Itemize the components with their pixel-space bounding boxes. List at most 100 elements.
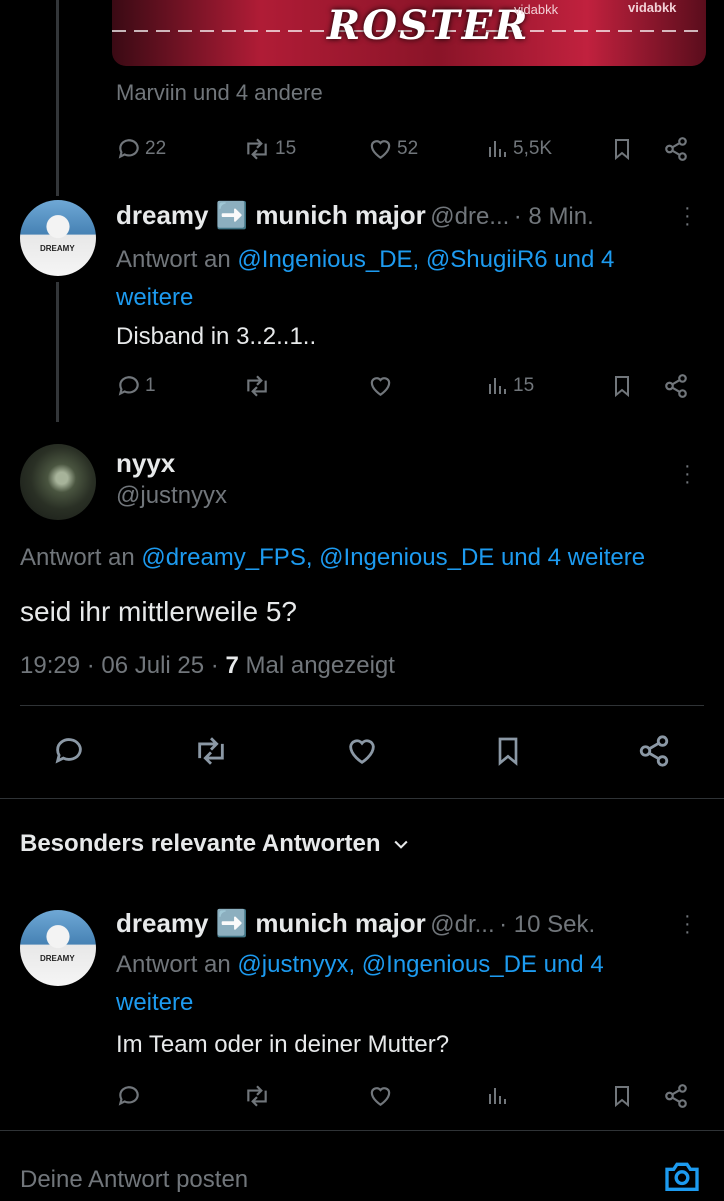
share-button[interactable] (636, 734, 672, 768)
handle[interactable]: @dr... (430, 911, 494, 938)
bookmark-button[interactable] (610, 136, 634, 162)
timestamp[interactable]: · 10 Sek. (499, 911, 595, 938)
share-icon (665, 374, 687, 398)
bookmark-button[interactable] (610, 373, 634, 399)
divider (0, 1130, 724, 1131)
share-button[interactable] (662, 136, 690, 162)
views-label: Mal angezeigt (245, 652, 395, 679)
mention-links[interactable]: @justnyyx, @Ingenious_DE und 4 (237, 951, 603, 978)
reply-button[interactable] (52, 734, 86, 768)
share-button[interactable] (662, 373, 690, 399)
reply-button[interactable]: 1 (116, 373, 156, 399)
bookmark-button[interactable] (492, 734, 524, 768)
retweet-button[interactable]: 15 (242, 136, 296, 162)
reply-to-line: Antwort an @justnyyx, @Ingenious_DE und … (116, 946, 604, 1022)
share-icon (665, 1084, 687, 1108)
handle[interactable]: @dre... (430, 203, 509, 230)
like-button[interactable] (344, 734, 380, 768)
divider (20, 705, 704, 706)
mention-links[interactable]: weitere (116, 284, 193, 311)
share-button[interactable] (662, 1083, 690, 1109)
camera-icon (665, 1162, 699, 1191)
avatar[interactable]: DREAMY (20, 910, 96, 986)
reply-header: dreamy ➡️ munich major @dr... · 10 Sek. (116, 908, 595, 939)
thread-line (56, 0, 59, 196)
handle[interactable]: @justnyyx (116, 482, 227, 510)
mention-links[interactable]: @dreamy_FPS, @Ingenious_DE und 4 weitere (141, 544, 645, 571)
views-count: 15 (513, 375, 535, 396)
reply-icon (118, 1086, 139, 1106)
reply-header: dreamy ➡️ munich major @dre... · 8 Min. (116, 200, 594, 231)
avatar-tag: DREAMY (40, 244, 75, 253)
views-button[interactable] (486, 1083, 510, 1109)
bookmark-icon (498, 737, 518, 766)
views-button[interactable]: 15 (486, 373, 534, 399)
retweet-icon (247, 1085, 267, 1107)
timestamp[interactable]: · 8 Min. (514, 203, 594, 230)
retweet-icon (247, 138, 267, 160)
timestamp[interactable]: 19:29 · 06 Juli 25 · (20, 652, 219, 679)
banner-brand: vidabkk (628, 0, 677, 15)
thread-line (56, 282, 59, 422)
display-name[interactable]: dreamy ➡️ munich major (116, 908, 426, 938)
more-options-icon[interactable]: · · · (684, 906, 691, 942)
display-name[interactable]: dreamy ➡️ munich major (116, 200, 426, 230)
roster-banner-image[interactable]: ROSTER vidabkk vidabkk (112, 0, 706, 66)
mention-links[interactable]: @Ingenious_DE, @ShugiiR6 und 4 (237, 246, 614, 273)
divider (0, 798, 724, 799)
like-button[interactable]: 52 (367, 136, 418, 162)
reply-icon (118, 139, 139, 159)
views-count: 5,5K (513, 138, 553, 159)
more-options-icon[interactable]: · · · (684, 198, 691, 234)
views-icon (489, 1088, 506, 1104)
like-count: 52 (397, 138, 419, 159)
reply-icon (118, 376, 139, 396)
avatar[interactable] (20, 444, 96, 520)
tweet-meta: 19:29 · 06 Juli 25 · 7 Mal angezeigt (20, 652, 395, 680)
sort-replies-dropdown[interactable]: Besonders relevante Antworten (20, 830, 411, 858)
retweet-icon (198, 737, 224, 765)
mention-links[interactable]: weitere (116, 989, 193, 1016)
retweet-icon (247, 375, 267, 397)
reply-prefix: Antwort an (116, 246, 231, 273)
banner-title: ROSTER (327, 2, 530, 49)
tweet-text: seid ihr mittlerweile 5? (20, 596, 297, 627)
share-icon (639, 735, 669, 767)
reply-composer-input[interactable]: Deine Antwort posten (20, 1166, 248, 1194)
reply-prefix: Antwort an (116, 951, 231, 978)
tweet-text: Im Team oder in deiner Mutter? (116, 1031, 450, 1058)
retweet-button[interactable] (192, 734, 230, 768)
reply-button[interactable] (116, 1083, 142, 1109)
bookmark-icon (615, 139, 629, 161)
display-name[interactable]: nyyx (116, 448, 175, 479)
section-label: Besonders relevante Antworten (20, 830, 381, 857)
bookmark-icon (615, 376, 629, 398)
chevron-down-icon (393, 840, 408, 849)
camera-button[interactable] (662, 1156, 702, 1201)
like-button[interactable] (367, 1083, 394, 1109)
heart-icon (370, 140, 391, 159)
like-button[interactable] (367, 373, 394, 399)
banner-brand: vidabkk (514, 2, 559, 17)
reply-to-line: Antwort an @dreamy_FPS, @Ingenious_DE un… (20, 544, 724, 572)
tweet-text: Disband in 3..2..1.. (116, 323, 317, 350)
reply-count: 1 (145, 375, 156, 396)
bookmark-icon (615, 1086, 629, 1108)
avatar[interactable]: DREAMY (20, 200, 96, 276)
reply-count: 22 (145, 138, 167, 159)
retweet-button[interactable] (242, 373, 272, 399)
views-icon (489, 378, 506, 394)
reply-button[interactable]: 22 (116, 136, 166, 162)
liked-by-text[interactable]: Marviin und 4 andere (116, 80, 323, 106)
share-icon (665, 137, 687, 161)
avatar-tag: DREAMY (40, 954, 75, 963)
retweet-button[interactable] (242, 1083, 272, 1109)
bookmark-button[interactable] (610, 1083, 634, 1109)
views-count: 7 (225, 652, 239, 679)
retweet-count: 15 (275, 138, 297, 159)
reply-icon (55, 738, 82, 764)
more-options-icon[interactable]: · · · (684, 456, 691, 492)
heart-icon (370, 1087, 391, 1106)
reply-prefix: Antwort an (20, 544, 135, 571)
views-button[interactable]: 5,5K (486, 136, 552, 162)
